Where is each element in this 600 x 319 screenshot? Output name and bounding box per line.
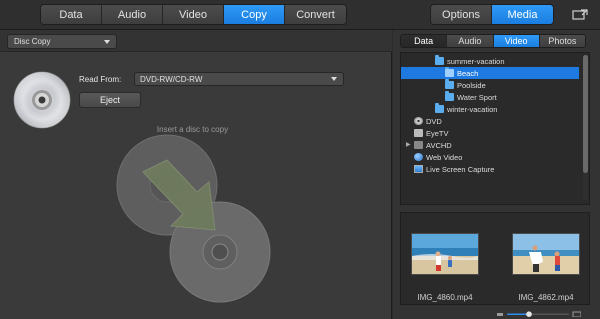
tree-item-avchd[interactable]: ▶ AVCHD <box>401 139 579 151</box>
folder-icon <box>445 79 454 89</box>
media-file-name: IMG_4860.mp4 <box>417 293 473 302</box>
side-tab-bar: Options Media <box>430 4 554 25</box>
tab-copy[interactable]: Copy <box>224 5 285 24</box>
tree-item-summer-vacation[interactable]: summer-vacation <box>401 55 579 67</box>
disc-copy-illustration <box>116 134 271 303</box>
folder-icon <box>445 91 454 101</box>
tree-item-winter-vacation[interactable]: winter-vacation <box>401 103 579 115</box>
drive-select-value: DVD-RW/CD-RW <box>140 74 203 84</box>
media-tab-video[interactable]: Video <box>493 35 540 47</box>
tree-item-beach[interactable]: Beach <box>401 67 579 79</box>
tab-audio[interactable]: Audio <box>102 5 163 24</box>
tree-scrollbar-thumb[interactable] <box>583 55 588 173</box>
media-panel: Data Audio Video Photos summer-vacation … <box>393 30 600 319</box>
copy-toolbar: Disc Copy <box>0 30 392 52</box>
copy-mode-value: Disc Copy <box>14 37 51 46</box>
copy-mode-select[interactable]: Disc Copy <box>7 34 117 49</box>
folder-icon <box>435 55 444 65</box>
tree-item-label: AVCHD <box>426 140 452 150</box>
tree-item-eyetv[interactable]: EyeTV <box>401 127 579 139</box>
disclosure-triangle-icon[interactable]: ▶ <box>406 142 412 148</box>
expand-window-icon[interactable] <box>572 9 588 21</box>
media-thumbnail[interactable] <box>512 233 580 275</box>
tab-data[interactable]: Data <box>41 5 102 24</box>
tab-convert[interactable]: Convert <box>285 5 346 24</box>
camera-icon <box>414 141 423 149</box>
folder-icon <box>435 103 444 113</box>
beach-photo-thumbnail <box>513 234 579 274</box>
small-size-icon <box>497 313 503 316</box>
top-bar: Data Audio Video Copy Convert Options Me… <box>0 0 600 30</box>
chevron-down-icon <box>331 77 337 81</box>
media-tab-audio[interactable]: Audio <box>447 35 494 47</box>
disc-icon <box>414 117 423 125</box>
main-tab-bar: Data Audio Video Copy Convert <box>40 4 347 25</box>
tree-item-label: Beach <box>457 68 479 78</box>
thumbnail-size-slider[interactable] <box>497 311 581 317</box>
tree-item-label: Web Video <box>426 152 463 162</box>
tab-video[interactable]: Video <box>163 5 224 24</box>
copy-panel: Disc Copy Read From: DVD-RW/CD-RW Eject … <box>0 30 392 319</box>
media-tab-data[interactable]: Data <box>401 35 448 47</box>
tree-item-label: DVD <box>426 116 442 126</box>
tree-item-label: Water Sport <box>457 92 497 102</box>
media-thumbnail[interactable] <box>411 233 479 275</box>
media-browser: IMG_4860.mp4 IMG_4862.mp4 <box>400 212 590 305</box>
tree-item-label: Live Screen Capture <box>426 164 495 174</box>
media-tab-photos[interactable]: Photos <box>539 35 585 47</box>
large-size-icon <box>572 311 581 317</box>
tv-icon <box>414 129 423 137</box>
chevron-down-icon <box>104 40 110 44</box>
slider-thumb <box>526 311 532 317</box>
tree-item-dvd[interactable]: DVD <box>401 115 579 127</box>
tab-options[interactable]: Options <box>431 5 493 24</box>
folder-icon <box>445 67 454 77</box>
tree-item-label: winter-vacation <box>447 104 498 114</box>
screen-icon <box>414 165 423 173</box>
tree-item-label: EyeTV <box>426 128 449 138</box>
drive-select[interactable]: DVD-RW/CD-RW <box>134 72 344 86</box>
eject-button[interactable]: Eject <box>79 92 141 108</box>
tree-item-live-screen-capture[interactable]: Live Screen Capture <box>401 163 579 175</box>
tab-media[interactable]: Media <box>492 5 553 24</box>
beach-photo-thumbnail <box>412 234 478 274</box>
media-source-tree: summer-vacation Beach Poolside Water Spo… <box>400 52 590 205</box>
globe-icon <box>414 153 423 161</box>
media-file-name: IMG_4862.mp4 <box>518 293 574 302</box>
eject-button-label: Eject <box>99 95 120 105</box>
tree-item-poolside[interactable]: Poolside <box>401 79 579 91</box>
source-disc-icon <box>13 71 71 129</box>
tree-item-water-sport[interactable]: Water Sport <box>401 91 579 103</box>
tree-item-label: summer-vacation <box>447 56 505 66</box>
tree-item-web-video[interactable]: Web Video <box>401 151 579 163</box>
tree-item-label: Poolside <box>457 80 486 90</box>
media-type-tabs: Data Audio Video Photos <box>400 34 586 48</box>
read-from-label: Read From: <box>79 75 122 84</box>
tree-scrollbar[interactable] <box>583 55 588 200</box>
